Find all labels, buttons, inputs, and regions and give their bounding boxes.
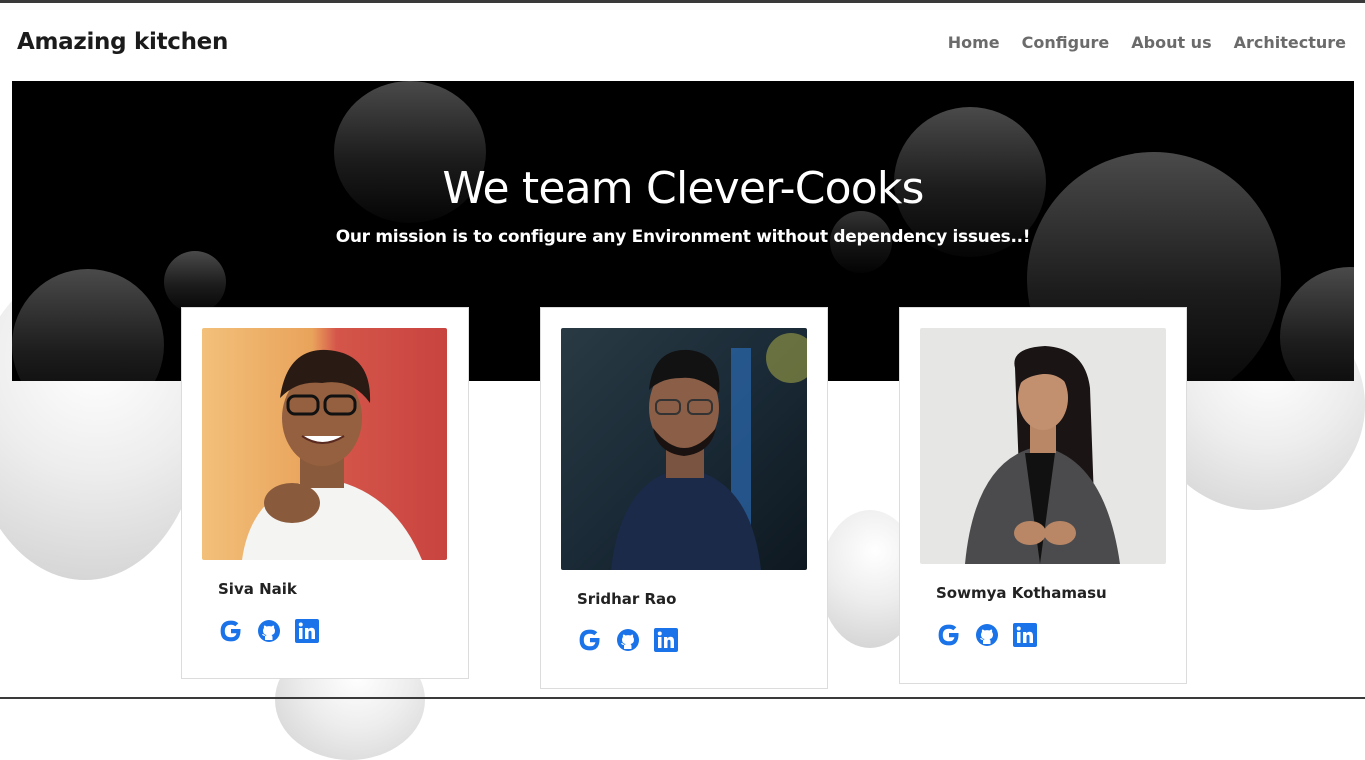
member-name: Sridhar Rao [577,590,677,608]
hero-bubble [1280,267,1354,381]
github-icon[interactable] [974,622,1000,648]
team-card: Sowmya Kothamasu [899,307,1187,684]
nav-configure[interactable]: Configure [1022,33,1110,52]
nav-links: Home Configure About us Architecture [948,33,1346,52]
linkedin-icon[interactable] [653,627,679,653]
hero-bubble [12,269,164,381]
hero-title: We team Clever-Cooks [442,163,924,214]
google-icon[interactable] [936,622,962,648]
social-links [577,627,679,653]
member-photo [561,328,807,570]
member-name: Siva Naik [218,580,297,598]
nav-architecture[interactable]: Architecture [1234,33,1346,52]
github-icon[interactable] [615,627,641,653]
google-icon[interactable] [577,627,603,653]
navbar: Amazing kitchen Home Configure About us … [0,3,1365,81]
member-photo [202,328,447,560]
social-links [936,622,1038,648]
member-photo [920,328,1166,564]
hero-subtitle: Our mission is to configure any Environm… [335,227,1031,247]
linkedin-icon[interactable] [294,618,320,644]
nav-home[interactable]: Home [948,33,1000,52]
team-card: Siva Naik [181,307,469,679]
hero-bubble [164,251,226,313]
social-links [218,618,320,644]
team-card: Sridhar Rao [540,307,828,689]
google-icon[interactable] [218,618,244,644]
github-icon[interactable] [256,618,282,644]
brand-title[interactable]: Amazing kitchen [17,29,228,55]
nav-about-us[interactable]: About us [1131,33,1211,52]
member-name: Sowmya Kothamasu [936,584,1107,602]
linkedin-icon[interactable] [1012,622,1038,648]
